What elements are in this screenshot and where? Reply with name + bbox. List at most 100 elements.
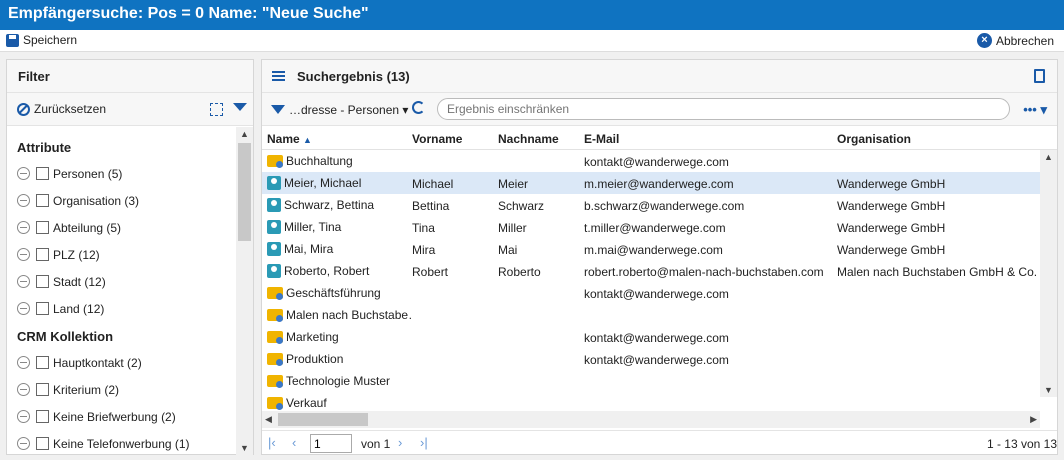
filter-checkbox[interactable]	[36, 302, 49, 315]
save-button[interactable]: Speichern	[6, 33, 77, 47]
scroll-down-icon[interactable]: ▼	[240, 443, 249, 453]
filter-icon[interactable]	[271, 105, 285, 114]
exclude-icon[interactable]	[17, 410, 30, 423]
filter-checkbox[interactable]	[36, 410, 49, 423]
table-row[interactable]: Produktion kontakt@wanderwege.com	[262, 348, 1057, 370]
cell-org: Wanderwege GmbH	[837, 243, 946, 257]
filter-item[interactable]: Hauptkontakt (2)	[7, 349, 237, 376]
filter-checkbox[interactable]	[36, 167, 49, 180]
scroll-thumb[interactable]	[278, 413, 368, 426]
filter-checkbox[interactable]	[36, 383, 49, 396]
more-options-button[interactable]: ••• ▾	[1023, 102, 1047, 118]
last-page-icon[interactable]: ›|	[420, 435, 428, 450]
page-of-label: von 1	[361, 437, 391, 451]
table-row[interactable]: Technologie Muster	[262, 370, 1057, 392]
cell-org	[837, 150, 1040, 172]
grid-horizontal-scrollbar[interactable]: ◀ ▶	[262, 411, 1040, 428]
table-row[interactable]: Meier, Michael Michael Meier m.meier@wander…	[262, 172, 1057, 194]
document-icon[interactable]	[1034, 69, 1045, 83]
scroll-right-icon[interactable]: ▶	[1030, 414, 1037, 425]
cell-vorname: Bettina	[412, 199, 450, 213]
cell-email: kontakt@wanderwege.com	[584, 331, 729, 345]
table-row[interactable]: Roberto, Robert Robert Roberto robert.rober…	[262, 260, 1057, 282]
cell-email: b.schwarz@wanderwege.com	[584, 199, 745, 213]
table-row[interactable]: Miller, Tina Tina Miller t.miller@wanderweg…	[262, 216, 1057, 238]
exclude-icon[interactable]	[17, 302, 30, 315]
filter-item[interactable]: Personen (5)	[7, 160, 237, 187]
exclude-icon[interactable]	[17, 221, 30, 234]
table-row[interactable]: Malen nach Buchstabe…	[262, 304, 1057, 326]
column-organisation[interactable]: Organisation	[837, 127, 1040, 149]
filter-item-label: Keine Telefonwerbung (1)	[53, 436, 190, 451]
cancel-button[interactable]: × Abbrechen	[976, 33, 1054, 48]
filter-checkbox[interactable]	[36, 194, 49, 207]
grid-vertical-scrollbar[interactable]: ▲ ▼	[1040, 150, 1057, 397]
exclude-icon[interactable]	[17, 194, 30, 207]
cell-org	[837, 304, 1040, 326]
grid-header: Name ▲ Vorname Nachname E-Mail Organisat…	[262, 127, 1057, 150]
table-row[interactable]: Mai, Mira Mira Mai m.mai@wanderwege.com Wand…	[262, 238, 1057, 260]
filter-checkbox[interactable]	[36, 275, 49, 288]
filter-item[interactable]: Land (12)	[7, 295, 237, 322]
table-row[interactable]: Marketing kontakt@wanderwege.com	[262, 326, 1057, 348]
cell-nachname: Roberto	[498, 265, 541, 279]
cell-vorname: Michael	[412, 177, 454, 191]
cell-email: t.miller@wanderwege.com	[584, 221, 726, 235]
scroll-left-icon[interactable]: ◀	[265, 414, 272, 425]
page-input[interactable]	[310, 434, 352, 453]
filter-item[interactable]: PLZ (12)	[7, 241, 237, 268]
cell-name-text: Geschäftsführung	[286, 286, 381, 300]
cell-email: m.mai@wanderwege.com	[584, 243, 723, 257]
table-row[interactable]: Schwarz, Bettina Bettina Schwarz b.schwarz@…	[262, 194, 1057, 216]
reset-button[interactable]: Zurücksetzen	[17, 102, 106, 116]
filter-funnel-icon[interactable]	[233, 103, 247, 111]
filter-item[interactable]: Keine Telefonwerbung (1)	[7, 430, 237, 455]
first-page-icon[interactable]: |‹	[268, 435, 276, 450]
exclude-icon[interactable]	[17, 275, 30, 288]
column-name[interactable]: Name ▲	[262, 127, 412, 149]
exclude-icon[interactable]	[17, 356, 30, 369]
filter-scrollbar[interactable]: ▲ ▼	[236, 127, 253, 455]
column-vorname[interactable]: Vorname	[412, 127, 498, 149]
scroll-up-icon[interactable]: ▲	[240, 129, 249, 139]
column-email[interactable]: E-Mail	[584, 127, 837, 149]
cell-email: m.meier@wanderwege.com	[584, 177, 734, 191]
next-page-icon[interactable]: ›	[398, 435, 402, 450]
menu-icon[interactable]	[272, 71, 285, 81]
exclude-icon[interactable]	[17, 248, 30, 261]
expand-all-icon[interactable]	[210, 103, 223, 116]
cell-nachname	[498, 304, 584, 326]
prev-page-icon[interactable]: ‹	[292, 435, 296, 450]
folder-icon	[267, 353, 283, 366]
address-dropdown[interactable]: …dresse - Personen ▾	[289, 103, 408, 117]
ban-icon	[17, 102, 30, 116]
cell-email	[584, 370, 837, 392]
filter-item[interactable]: Keine Briefwerbung (2)	[7, 403, 237, 430]
scroll-up-icon[interactable]: ▲	[1044, 152, 1053, 162]
filter-item[interactable]: Organisation (3)	[7, 187, 237, 214]
filter-checkbox[interactable]	[36, 248, 49, 261]
refresh-icon[interactable]	[412, 101, 425, 114]
filter-item-label: Personen (5)	[53, 166, 123, 181]
column-nachname[interactable]: Nachname	[498, 127, 584, 149]
filter-checkbox[interactable]	[36, 221, 49, 234]
table-row[interactable]: Geschäftsführung kontakt@wanderwege.com	[262, 282, 1057, 304]
scroll-down-icon[interactable]: ▼	[1044, 385, 1053, 395]
close-icon: ×	[976, 33, 992, 48]
filter-item[interactable]: Abteilung (5)	[7, 214, 237, 241]
cell-vorname	[412, 282, 498, 304]
exclude-icon[interactable]	[17, 383, 30, 396]
cell-vorname	[412, 326, 498, 348]
filter-checkbox[interactable]	[36, 437, 49, 450]
filter-item[interactable]: Stadt (12)	[7, 268, 237, 295]
result-filter-input[interactable]	[437, 98, 1010, 120]
filter-title: Filter	[7, 60, 253, 93]
filter-item[interactable]: Kriterium (2)	[7, 376, 237, 403]
exclude-icon[interactable]	[17, 167, 30, 180]
filter-checkbox[interactable]	[36, 356, 49, 369]
scroll-thumb[interactable]	[238, 143, 251, 241]
table-row[interactable]: Buchhaltung kontakt@wanderwege.com	[262, 150, 1057, 172]
cell-email: kontakt@wanderwege.com	[584, 353, 729, 367]
cell-email: kontakt@wanderwege.com	[584, 155, 729, 169]
exclude-icon[interactable]	[17, 437, 30, 450]
